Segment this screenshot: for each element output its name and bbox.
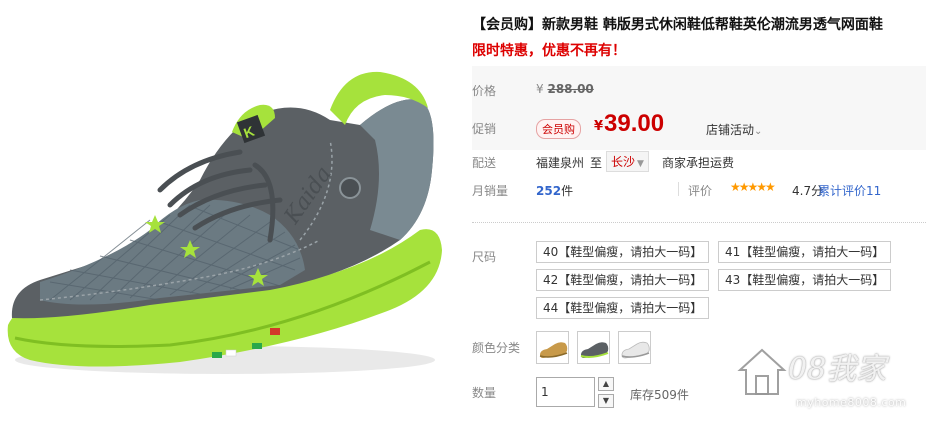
ship-from: 福建泉州 [536,156,585,170]
shipping-label: 配送 [472,156,497,170]
divider [678,182,679,196]
member-badge: 会员购 [536,119,581,139]
section-divider [472,222,926,223]
size-option-40[interactable]: 40【鞋型偏瘦，请拍大一码】 [536,241,710,263]
shipping-fee-note: 商家承担运费 [662,156,735,170]
sales-label: 月销量 [472,184,509,198]
size-option-41[interactable]: 41【鞋型偏瘦，请拍大一码】 [718,241,892,263]
product-info-panel: 【会员购】新款男鞋 韩版男式休闲鞋低帮鞋英伦潮流男透气网面鞋 限时特惠，优惠不再… [472,0,926,425]
white-shoe-icon [621,341,650,359]
caret-down-icon: ▼ [637,159,644,169]
rating-label: 评价 [688,184,713,198]
size-option-42[interactable]: 42【鞋型偏瘦，请拍大一码】 [536,269,710,291]
gray-green-shoe-icon [580,342,609,358]
product-image: K Kaida [0,0,455,425]
original-price-value: 288.00 [547,82,594,96]
quantity-input[interactable] [536,377,595,407]
star-rating-icon: ★★★★★ [730,180,776,194]
size-label: 尺码 [472,250,497,264]
destination-value: 长沙 [611,155,636,169]
store-activity-dropdown[interactable]: 店铺活动⌄ [706,121,762,138]
promo-price: 39.00 [604,110,665,137]
color-label: 颜色分类 [472,341,521,355]
color-swatch-gray-green[interactable] [577,331,610,364]
color-swatch-white[interactable] [618,331,651,364]
destination-select[interactable]: 长沙 ▼ [606,151,649,172]
sales-count-value: 252 [536,184,562,198]
ship-to-label: 至 [590,156,603,170]
original-price: ¥ 288.00 [536,82,594,96]
price-label: 价格 [472,84,497,98]
color-swatch-tan[interactable] [536,331,569,364]
tan-shoe-icon [539,342,568,358]
size-option-43[interactable]: 43【鞋型偏瘦，请拍大一码】 [718,269,892,291]
product-title[interactable]: 【会员购】新款男鞋 韩版男式休闲鞋低帮鞋英伦潮流男透气网面鞋 [472,14,883,34]
product-subtitle: 限时特惠，优惠不再有！ [472,43,626,59]
promo-currency: ¥ [594,119,604,134]
quantity-decrease-button[interactable]: ▼ [598,394,614,408]
store-activity-label: 店铺活动 [706,123,755,137]
sales-unit: 件 [561,184,574,198]
stock-count: 库存509件 [630,388,689,402]
quantity-increase-button[interactable]: ▲ [598,377,614,391]
size-option-44[interactable]: 44【鞋型偏瘦，请拍大一码】 [536,297,710,319]
chevron-down-icon: ⌄ [754,126,763,137]
review-count-link[interactable]: 累计评价11 [818,182,881,199]
quantity-label: 数量 [472,386,497,400]
original-price-currency: ¥ [536,82,544,96]
promo-label: 促销 [472,122,497,136]
sales-count: 252件 [536,182,573,199]
shoe-illustration: K Kaida [7,71,443,374]
